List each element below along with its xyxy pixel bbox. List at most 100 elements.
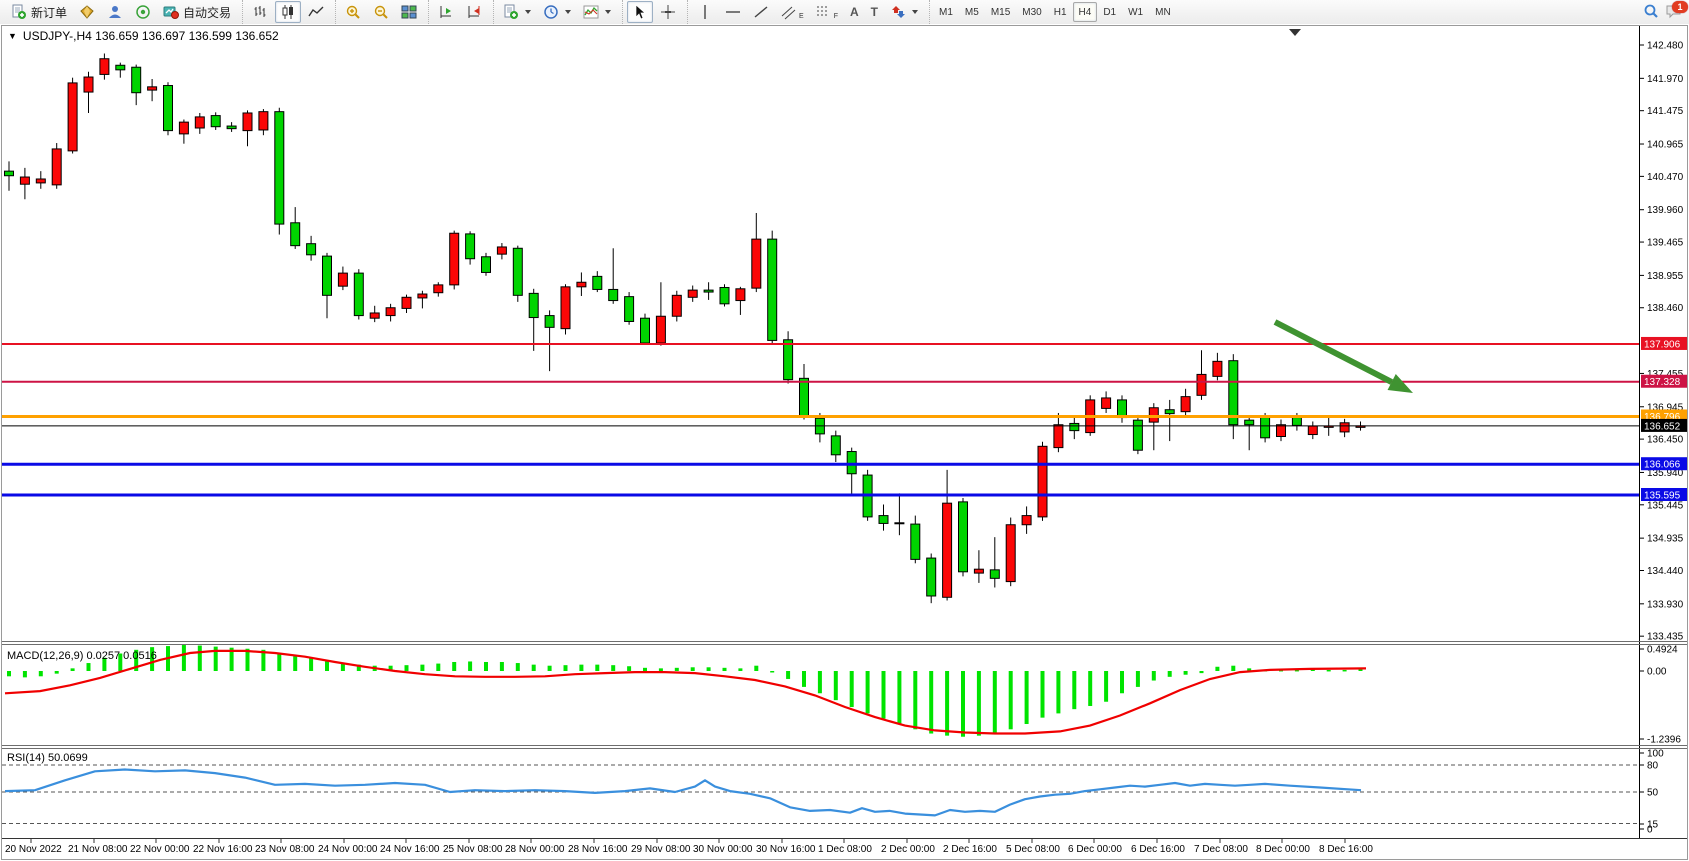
price-tick-label: 133.930 [1647,599,1684,610]
price-chart[interactable]: 142.480141.970141.475140.965140.470139.9… [0,24,1689,861]
candle-body [179,122,188,134]
macd-histogram-bar [452,662,456,671]
time-tick-label: 28 Nov 16:00 [568,844,628,855]
candle-body [1133,420,1142,450]
macd-histogram-bar [945,671,949,736]
indicators-dropdown[interactable] [578,1,616,23]
trendline-button[interactable] [748,1,774,23]
crosshair-button[interactable] [655,1,681,23]
candle-body [1070,423,1079,430]
time-tick-label: 28 Nov 00:00 [505,844,565,855]
timeframe-h4-button[interactable]: H4 [1073,2,1098,22]
channel-button[interactable]: E [776,1,809,23]
search-icon[interactable] [1643,3,1659,22]
chevron-down-icon[interactable] [525,10,531,14]
candle-body [625,297,634,322]
text-label-button[interactable]: T [866,1,883,23]
zoom-in-button[interactable] [340,1,366,23]
arrows-button[interactable] [885,1,923,23]
macd-histogram-bar [627,666,631,671]
autotrade-button[interactable]: 自动交易 [158,1,236,23]
macd-histogram-bar [23,671,27,677]
zoom-out-button[interactable] [368,1,394,23]
candle-body [259,112,268,130]
candlestick-button[interactable] [275,1,301,23]
price-tick-label: 140.470 [1647,172,1684,183]
candle-body [68,83,77,151]
timeframe-h1-button[interactable]: H1 [1048,2,1073,22]
timeframe-d1-button[interactable]: D1 [1097,2,1122,22]
rsi-axis-label: 50 [1647,788,1659,799]
chart-shift-button[interactable] [461,1,487,23]
time-tick-label: 20 Nov 2022 [5,844,62,855]
time-tick-label: 2 Dec 16:00 [943,844,997,855]
price-badge-label: 137.906 [1644,339,1681,350]
auto-scroll-button[interactable] [433,1,459,23]
chart-window[interactable]: 142.480141.970141.475140.965140.470139.9… [0,24,1689,861]
chat-button[interactable]: 1 [1665,3,1683,22]
macd-histogram-bar [723,668,727,671]
horizontal-line-button[interactable] [720,1,746,23]
macd-histogram-bar [834,671,838,700]
period-dropdown[interactable] [538,1,576,23]
macd-histogram-bar [1231,666,1235,671]
timeframe-m5-button[interactable]: M5 [959,2,985,22]
macd-axis-label: 0.00 [1647,667,1667,678]
chevron-down-icon[interactable] [912,10,918,14]
candle-body [879,516,888,524]
candle-body [784,340,793,380]
chevron-down-icon[interactable] [605,10,611,14]
doc-plus-icon [503,4,519,20]
gold-gem-icon [79,4,95,20]
macd-histogram-bar [929,671,933,734]
chevron-down-icon[interactable] [565,10,571,14]
line-chart-button[interactable] [303,1,329,23]
rsi-axis-label: 0 [1647,825,1653,836]
autoscroll-icon [438,4,454,20]
navigator-icon-button[interactable] [102,1,128,23]
bar-chart-button[interactable] [247,1,273,23]
market-watch-icon-button[interactable] [74,1,100,23]
cursor-button[interactable] [627,1,653,23]
time-tick-label: 6 Dec 00:00 [1068,844,1122,855]
new-order-button[interactable]: 新订单 [6,1,72,23]
macd-histogram-bar [1136,671,1140,687]
price-badge-label: 135.595 [1644,491,1681,502]
candle-body [1165,410,1174,414]
candle-body [1261,418,1270,438]
price-tick-label: 142.480 [1647,41,1684,52]
fibonacci-button[interactable]: F [811,1,843,23]
candle-body [1022,516,1031,525]
arrows-icon [890,4,906,20]
macd-histogram-bar [405,665,409,671]
tile-windows-button[interactable] [396,1,422,23]
candle-body [577,282,586,287]
macd-histogram-bar [87,663,91,671]
macd-histogram-bar [277,653,281,671]
macd-histogram-bar [39,671,43,676]
macd-histogram-bar [882,671,886,719]
price-tick-label: 141.970 [1647,74,1684,85]
timeframe-m1-button[interactable]: M1 [933,2,959,22]
timeframe-w1-button[interactable]: W1 [1122,2,1149,22]
macd-histogram-bar [500,662,504,671]
timeframe-m30-button[interactable]: M30 [1016,2,1047,22]
signals-icon-button[interactable] [130,1,156,23]
timeframe-mn-button[interactable]: MN [1149,2,1177,22]
candle-body [211,116,220,127]
vertical-line-button[interactable] [692,1,718,23]
candle-body [20,177,29,184]
candle-body [402,297,411,308]
text-button[interactable]: A [845,1,864,23]
timeframe-m15-button[interactable]: M15 [985,2,1016,22]
candle-body [1197,374,1206,395]
macd-axis-label: 0.4924 [1647,645,1678,656]
text-button-glyph: A [850,5,859,19]
autotrade-icon [163,4,179,20]
candle-body [736,289,745,301]
macd-histogram-bar [913,671,917,729]
text-label-button-glyph: T [871,5,878,19]
macd-label: MACD(12,26,9) 0.0257 0.0516 [7,650,157,662]
candle-body [768,239,777,340]
new-order-dropdown[interactable] [498,1,536,23]
